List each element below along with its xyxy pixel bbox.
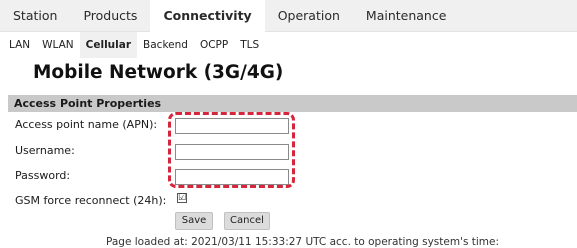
- page-title: Mobile Network (3G/4G): [33, 62, 284, 83]
- sub-nav: LAN WLAN Cellular Backend OCPP TLS: [0, 32, 577, 58]
- subtab-wlan[interactable]: WLAN: [36, 39, 80, 51]
- apn-label: Access point name (APN):: [15, 118, 158, 131]
- save-button[interactable]: Save: [175, 212, 213, 230]
- username-label: Username:: [15, 144, 75, 157]
- password-input[interactable]: [175, 169, 289, 185]
- subtab-ocpp[interactable]: OCPP: [194, 39, 234, 51]
- subtab-backend[interactable]: Backend: [137, 39, 194, 51]
- password-label: Password:: [15, 169, 71, 182]
- tab-station[interactable]: Station: [0, 0, 70, 31]
- gsm-reconnect-checkbox[interactable]: ☑: [177, 193, 187, 203]
- cancel-button[interactable]: Cancel: [224, 212, 270, 230]
- tab-products[interactable]: Products: [70, 0, 150, 31]
- page-loaded-footer: Page loaded at: 2021/03/11 15:33:27 UTC …: [106, 236, 500, 248]
- username-input[interactable]: [175, 144, 289, 160]
- subtab-tls[interactable]: TLS: [234, 39, 265, 51]
- tab-connectivity[interactable]: Connectivity: [150, 0, 265, 32]
- subtab-lan[interactable]: LAN: [0, 39, 36, 51]
- main-nav: Station Products Connectivity Operation …: [0, 0, 577, 32]
- apn-input[interactable]: [175, 118, 289, 134]
- subtab-cellular[interactable]: Cellular: [79, 32, 138, 58]
- gsm-reconnect-label: GSM force reconnect (24h):: [15, 194, 167, 207]
- tab-maintenance[interactable]: Maintenance: [353, 0, 460, 31]
- tab-operation[interactable]: Operation: [265, 0, 353, 31]
- section-header: Access Point Properties: [8, 95, 577, 112]
